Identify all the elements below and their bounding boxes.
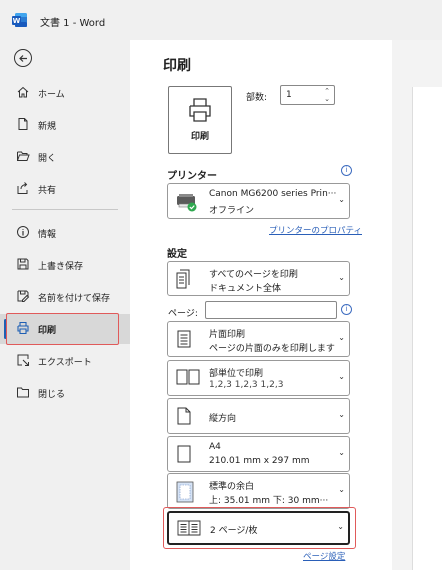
arrow-left-icon <box>19 55 27 62</box>
margins-dropdown[interactable]: 標準の余白 上: 35.01 mm 下: 30 mm··· ⌄ <box>167 473 350 509</box>
sides-dropdown[interactable]: 片面印刷 ページの片面のみを印刷します ⌄ <box>167 321 350 357</box>
option-secondary: 210.01 mm x 297 mm <box>209 456 310 466</box>
save-as-icon <box>17 290 30 302</box>
chevron-down-icon: ⌄ <box>338 333 345 342</box>
copies-label: 部数: <box>246 93 268 103</box>
nav-item-share[interactable]: 共有 <box>0 174 130 204</box>
chevron-down-icon: ⌄ <box>338 272 345 282</box>
print-range-dropdown[interactable]: すべてのページを印刷 ドキュメント全体 ⌄ <box>167 261 350 296</box>
save-icon <box>17 258 29 270</box>
nav-item-label: 情報 <box>38 230 57 240</box>
nav-item-home[interactable]: ホーム <box>0 78 130 108</box>
export-icon <box>17 354 29 366</box>
nav-item-open[interactable]: 開く <box>0 142 130 172</box>
pages-input[interactable] <box>205 301 337 319</box>
info-icon[interactable]: i <box>341 165 352 176</box>
pages-icon <box>176 269 190 289</box>
printer-dropdown[interactable]: Canon MG6200 series Prin··· オフライン ⌄ <box>167 183 350 219</box>
option-secondary: 1,2,3 1,2,3 1,2,3 <box>209 380 284 390</box>
print-pane: 印刷 印刷 部数: 1 ⌃ ⌄ プリンター i Canon MG6200 seri… <box>130 40 442 570</box>
nav-item-label: 上書き保存 <box>38 262 84 272</box>
printer-device-icon <box>177 194 197 212</box>
option-primary: 片面印刷 <box>209 330 246 340</box>
info-icon[interactable]: i <box>341 304 352 315</box>
title-bar: W 文書 1 - Word <box>0 0 442 40</box>
nav-item-label: 閉じる <box>38 390 66 400</box>
nav-item-export[interactable]: エクスポート <box>0 346 130 376</box>
printer-icon <box>189 98 211 122</box>
open-folder-icon <box>17 151 30 161</box>
nav-item-label: 開く <box>38 154 57 164</box>
word-logo-icon: W <box>12 13 27 27</box>
option-primary: 縦方向 <box>209 414 237 424</box>
option-secondary: 上: 35.01 mm 下: 30 mm··· <box>209 496 329 506</box>
chevron-down-icon: ⌄ <box>338 410 345 419</box>
paper-size-icon <box>177 445 191 463</box>
nav-item-label: 新規 <box>38 122 57 132</box>
nav-item-save-as[interactable]: 名前を付けて保存 <box>0 282 130 312</box>
page-preview <box>412 87 442 570</box>
nav-item-info[interactable]: 情報 <box>0 218 130 248</box>
printer-properties-link[interactable]: プリンターのプロパティ <box>269 224 362 236</box>
collate-icon <box>176 369 200 385</box>
nav-item-label: ホーム <box>38 90 65 100</box>
pages-per-sheet-highlight-frame <box>163 507 356 549</box>
nav-divider <box>12 209 118 210</box>
chevron-down-icon: ⌄ <box>338 372 345 381</box>
spin-arrows-icon[interactable]: ⌃ ⌄ <box>324 87 330 103</box>
printer-name: Canon MG6200 series Prin··· <box>209 189 337 199</box>
option-primary: A4 <box>209 442 221 452</box>
back-button[interactable] <box>14 49 32 67</box>
nav-item-close[interactable]: 閉じる <box>0 378 130 408</box>
nav-item-label: 共有 <box>38 186 57 196</box>
paper-size-dropdown[interactable]: A4 210.01 mm x 297 mm ⌄ <box>167 436 350 472</box>
backstage-nav: ホーム 新規 開く 共有 情報 上書き保存 名前を付けて保存 印刷 エクスポート… <box>0 40 130 570</box>
settings-section-title: 設定 <box>167 249 187 260</box>
window-title: 文書 1 - Word <box>40 18 106 29</box>
svg-text:W: W <box>13 17 21 25</box>
printer-status: オフライン <box>209 206 255 216</box>
option-secondary: ドキュメント全体 <box>209 284 282 294</box>
one-sided-icon <box>177 330 191 348</box>
print-button[interactable]: 印刷 <box>168 86 232 154</box>
pages-label: ページ: <box>168 309 198 319</box>
option-secondary: ページの片面のみを印刷します <box>209 344 335 354</box>
nav-item-label: 名前を付けて保存 <box>38 294 111 304</box>
chevron-down-icon: ⌄ <box>338 448 345 457</box>
home-icon <box>17 86 29 98</box>
chevron-down-icon: ⌄ <box>338 195 345 204</box>
option-primary: 部単位で印刷 <box>209 369 264 379</box>
close-folder-icon <box>17 387 29 398</box>
orientation-dropdown[interactable]: 縦方向 ⌄ <box>167 398 350 434</box>
print-highlight-frame <box>6 313 119 345</box>
margins-icon <box>176 481 194 503</box>
portrait-icon <box>177 407 191 425</box>
option-primary: 標準の余白 <box>209 482 255 492</box>
chevron-down-icon: ⌄ <box>338 485 345 494</box>
printer-section-title: プリンター <box>167 171 217 182</box>
page-setup-link[interactable]: ページ設定 <box>303 550 345 562</box>
print-button-label: 印刷 <box>190 132 209 142</box>
new-document-icon <box>18 118 28 130</box>
info-icon <box>17 226 29 238</box>
copies-stepper[interactable]: 1 ⌃ ⌄ <box>280 85 335 105</box>
nav-item-new[interactable]: 新規 <box>0 110 130 140</box>
collate-dropdown[interactable]: 部単位で印刷 1,2,3 1,2,3 1,2,3 ⌄ <box>167 360 350 396</box>
nav-item-label: エクスポート <box>38 358 92 368</box>
option-primary: すべてのページを印刷 <box>209 270 298 280</box>
page-title: 印刷 <box>163 58 191 74</box>
nav-item-save[interactable]: 上書き保存 <box>0 250 130 280</box>
copies-value: 1 <box>286 90 292 100</box>
share-icon <box>17 182 28 194</box>
